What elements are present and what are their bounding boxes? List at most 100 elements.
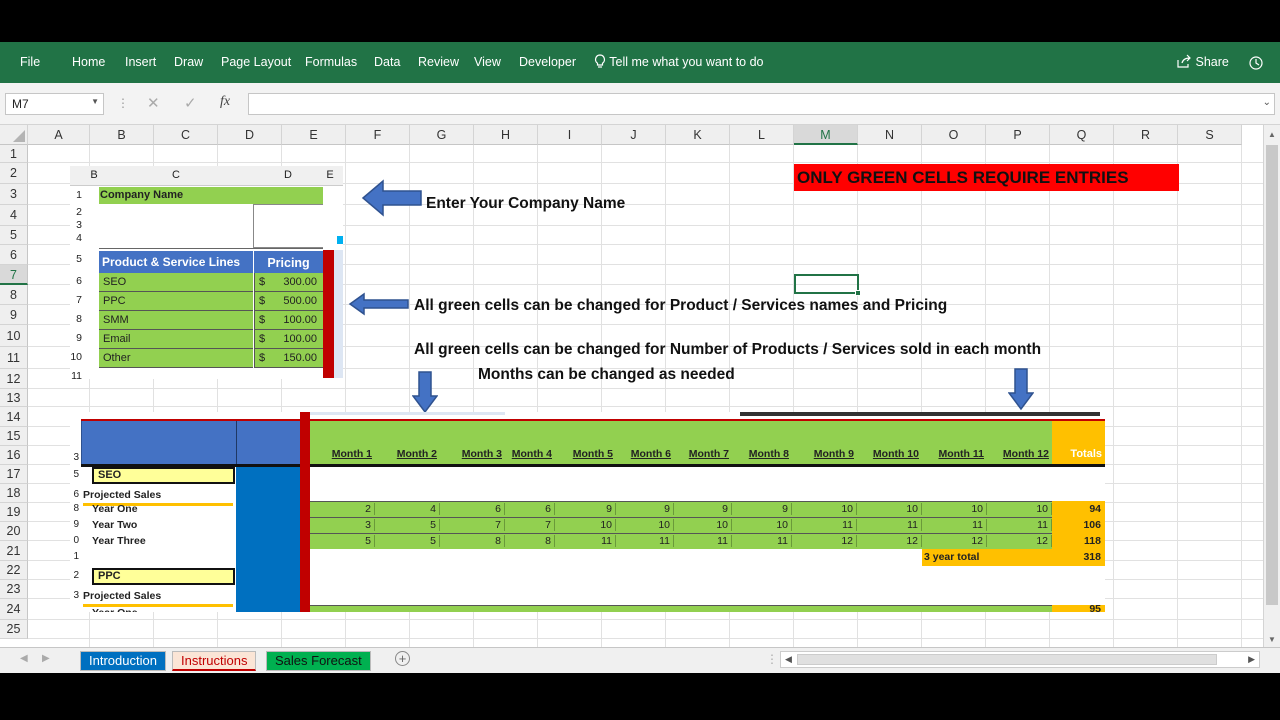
row-header-4[interactable]: 4 — [0, 205, 28, 226]
scroll-thumb[interactable] — [1266, 145, 1278, 605]
row-header-1[interactable]: 1 — [0, 145, 28, 163]
tell-me-box[interactable]: Tell me what you want to do — [594, 54, 764, 69]
sheet-tab-instructions[interactable]: Instructions — [172, 651, 257, 671]
mini-divider — [99, 248, 323, 249]
tab-scroll-left-icon[interactable]: ◀ — [20, 653, 28, 664]
column-header-p[interactable]: P — [986, 125, 1050, 145]
row-header-12[interactable]: 12 — [0, 369, 28, 389]
cancel-icon[interactable]: ✕ — [147, 94, 160, 112]
column-header-d[interactable]: D — [218, 125, 282, 145]
row-header-20[interactable]: 20 — [0, 522, 28, 541]
share-button[interactable]: Share — [1176, 54, 1229, 69]
vertical-scrollbar[interactable]: ▲ ▼ — [1263, 125, 1280, 647]
header-pricing: Pricing — [254, 251, 323, 273]
column-header-n[interactable]: N — [858, 125, 922, 145]
column-header-b[interactable]: B — [90, 125, 154, 145]
column-header-e[interactable]: E — [282, 125, 346, 145]
tab-file[interactable]: File — [20, 55, 40, 69]
horizontal-scrollbar[interactable]: ◀ ▶ — [780, 651, 1260, 668]
lightbulb-icon — [594, 54, 606, 68]
row-header-10[interactable]: 10 — [0, 325, 28, 347]
row-header-15[interactable]: 15 — [0, 427, 28, 446]
tab-review[interactable]: Review — [418, 55, 459, 69]
hscroll-left-icon[interactable]: ◀ — [785, 654, 792, 665]
tab-data[interactable]: Data — [374, 55, 400, 69]
split-grip-icon[interactable]: ⋮ — [766, 652, 778, 666]
tab-view[interactable]: View — [474, 55, 501, 69]
annotation-company: Enter Your Company Name — [426, 195, 626, 212]
column-header-g[interactable]: G — [410, 125, 474, 145]
row-header-13[interactable]: 13 — [0, 389, 28, 407]
row-header-16[interactable]: 16 — [0, 446, 28, 465]
column-header-o[interactable]: O — [922, 125, 986, 145]
column-header-r[interactable]: R — [1114, 125, 1178, 145]
column-header-l[interactable]: L — [730, 125, 794, 145]
row-header-14[interactable]: 14 — [0, 407, 28, 427]
column-header-m[interactable]: M — [794, 125, 858, 145]
expand-formula-icon[interactable]: ⌄ — [1263, 97, 1271, 108]
row-header-6[interactable]: 6 — [0, 245, 28, 265]
row-header-2[interactable]: 2 — [0, 163, 28, 184]
hscroll-thumb[interactable] — [797, 654, 1217, 665]
product-price-5: $150.00 — [254, 349, 323, 368]
row-header-22[interactable]: 22 — [0, 561, 28, 580]
row-header-24[interactable]: 24 — [0, 599, 28, 620]
add-sheet-icon[interactable]: + — [395, 651, 410, 666]
row-header-3[interactable]: 3 — [0, 184, 28, 205]
tab-home[interactable]: Home — [72, 55, 105, 69]
column-header-q[interactable]: Q — [1050, 125, 1114, 145]
column-header-c[interactable]: C — [154, 125, 218, 145]
name-box[interactable]: M7 ▼ — [5, 93, 104, 115]
mini-row-7: 7 — [76, 294, 82, 306]
tab-draw[interactable]: Draw — [174, 55, 203, 69]
fill-handle[interactable] — [855, 290, 861, 296]
row-header-5[interactable]: 5 — [0, 226, 28, 245]
price-currency: $ — [259, 314, 266, 326]
month-header-9: Month 9 — [813, 448, 854, 460]
gridline-v — [1241, 145, 1242, 647]
column-header-h[interactable]: H — [474, 125, 538, 145]
row-header-21[interactable]: 21 — [0, 541, 28, 561]
worksheet-grid[interactable]: ABCDEFGHIJKLMNOPQRS 1 2 3 4 5 6 7 8 9 10 11 12 13 14 1… — [0, 125, 1280, 647]
tab-formulas[interactable]: Formulas — [305, 55, 357, 69]
row-header-25[interactable]: 25 — [0, 620, 28, 639]
row-header-11[interactable]: 11 — [0, 347, 28, 369]
scroll-down-icon[interactable]: ▼ — [1268, 635, 1276, 644]
forecast-red-bar — [300, 412, 310, 612]
select-all-corner[interactable] — [0, 125, 28, 145]
hscroll-right-icon[interactable]: ▶ — [1248, 654, 1255, 665]
row-header-23[interactable]: 23 — [0, 580, 28, 599]
mini-row-5: 5 — [76, 253, 82, 265]
sheet-tab-introduction[interactable]: Introduction — [80, 651, 166, 671]
gridline-v — [1177, 145, 1178, 647]
row-header-9[interactable]: 9 — [0, 305, 28, 325]
column-header-j[interactable]: J — [602, 125, 666, 145]
scroll-up-icon[interactable]: ▲ — [1268, 130, 1276, 139]
row-header-19[interactable]: 19 — [0, 503, 28, 522]
column-header-f[interactable]: F — [346, 125, 410, 145]
column-header-s[interactable]: S — [1178, 125, 1242, 145]
chevron-down-icon[interactable]: ▼ — [91, 97, 99, 106]
tab-developer[interactable]: Developer — [519, 55, 576, 69]
column-header-a[interactable]: A — [28, 125, 90, 145]
history-icon[interactable] — [1248, 55, 1264, 71]
row-header-17[interactable]: 17 — [0, 465, 28, 484]
column-header-k[interactable]: K — [666, 125, 730, 145]
row-header-7[interactable]: 7 — [0, 265, 28, 285]
column-header-i[interactable]: I — [538, 125, 602, 145]
active-cell-m7[interactable] — [794, 274, 859, 294]
partial-row-label: Year One — [92, 605, 232, 612]
forecast-row-number: 3 — [73, 590, 79, 601]
ppc-label-cell: PPC — [92, 568, 235, 585]
tab-scroll-right-icon[interactable]: ▶ — [42, 653, 50, 664]
enter-icon[interactable]: ✓ — [184, 94, 197, 112]
tab-insert[interactable]: Insert — [125, 55, 156, 69]
row-header-8[interactable]: 8 — [0, 285, 28, 305]
row-header-18[interactable]: 18 — [0, 484, 28, 503]
insert-function-icon[interactable]: fx — [220, 94, 230, 110]
sheet-tab-sales-forecast[interactable]: Sales Forecast — [266, 651, 371, 671]
price-currency: $ — [259, 276, 266, 288]
formula-input[interactable]: ⌄ — [248, 93, 1275, 115]
mini-row-1: 1 — [76, 189, 82, 201]
tab-page-layout[interactable]: Page Layout — [221, 55, 291, 69]
